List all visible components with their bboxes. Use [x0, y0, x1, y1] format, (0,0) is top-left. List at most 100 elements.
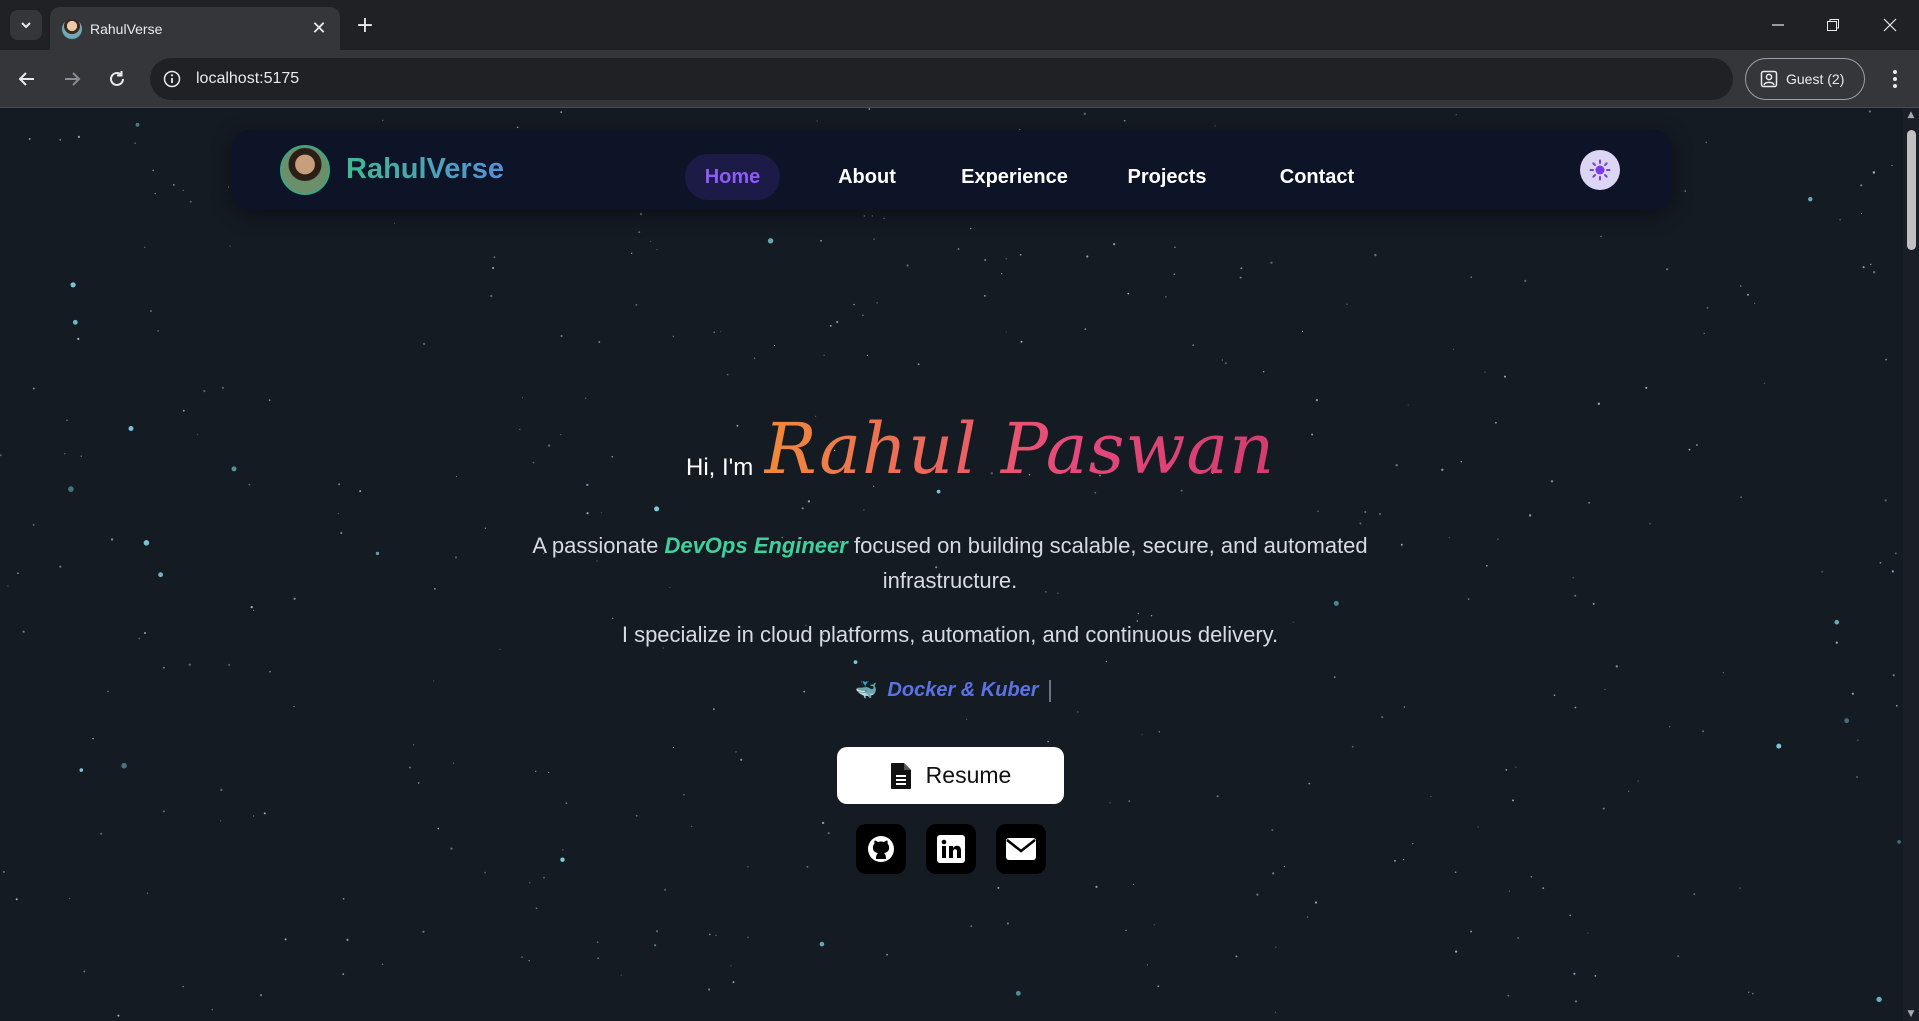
star — [1637, 780, 1639, 782]
star — [635, 814, 638, 817]
url-text: localhost:5175 — [196, 70, 300, 87]
star — [1109, 802, 1111, 804]
nav-projects[interactable]: Projects — [1112, 154, 1222, 200]
reload-button[interactable] — [101, 63, 133, 95]
site-info-icon[interactable] — [160, 67, 184, 91]
star — [829, 325, 832, 327]
star — [1015, 990, 1021, 996]
address-bar[interactable]: localhost:5175 — [150, 58, 1733, 100]
restore-button[interactable] — [1813, 10, 1853, 40]
star — [1592, 602, 1595, 605]
forward-button[interactable] — [56, 63, 88, 95]
star — [100, 832, 103, 835]
star — [1455, 950, 1458, 953]
star — [1574, 594, 1577, 597]
star — [747, 936, 749, 938]
hero-specialize: I specialize in cloud platforms, automat… — [621, 622, 1279, 647]
star — [342, 973, 345, 975]
linkedin-link[interactable] — [926, 824, 976, 874]
star — [32, 387, 35, 390]
scroll-thumb[interactable] — [1907, 130, 1916, 250]
tab-search-button[interactable] — [10, 10, 42, 40]
email-link[interactable] — [996, 824, 1046, 874]
star — [1221, 359, 1224, 361]
new-tab-button[interactable]: + — [352, 12, 378, 38]
star — [548, 771, 550, 773]
star — [664, 888, 667, 891]
star — [1870, 263, 1872, 266]
star — [68, 486, 74, 492]
github-link[interactable] — [856, 824, 906, 874]
resume-button[interactable]: Resume — [837, 747, 1064, 804]
star — [1876, 996, 1882, 1003]
star — [650, 240, 652, 242]
star — [1821, 571, 1823, 573]
star — [342, 897, 345, 900]
star — [1407, 404, 1409, 406]
star — [375, 551, 380, 556]
typing-text: 🐳 Docker & Kuber — [855, 679, 1051, 702]
back-button[interactable] — [11, 63, 43, 95]
scroll-down-icon[interactable]: ▼ — [1906, 1009, 1916, 1019]
star — [409, 766, 411, 769]
nav-experience[interactable]: Experience — [952, 154, 1077, 200]
star — [229, 245, 231, 247]
page-scrollbar[interactable]: ▲ ▼ — [1903, 108, 1919, 1021]
star — [1553, 694, 1556, 696]
nav-about[interactable]: About — [822, 154, 912, 200]
star — [182, 189, 184, 191]
star — [709, 933, 711, 936]
star — [873, 238, 875, 240]
star — [532, 461, 535, 464]
arrow-left-icon — [18, 72, 34, 86]
star — [1084, 328, 1087, 330]
browser-tab[interactable]: RahulVerse ✕ — [50, 7, 340, 50]
star — [639, 212, 643, 216]
star — [957, 248, 960, 250]
star — [565, 802, 568, 804]
star — [1747, 293, 1749, 296]
star — [222, 387, 224, 389]
star — [1158, 731, 1160, 733]
star — [1703, 332, 1705, 334]
star — [630, 252, 633, 254]
favicon-icon — [62, 19, 82, 39]
star — [1857, 739, 1859, 741]
close-window-button[interactable] — [1870, 10, 1910, 40]
star — [1454, 871, 1457, 873]
close-tab-icon[interactable]: ✕ — [308, 17, 330, 39]
star — [997, 886, 1000, 889]
minimize-button[interactable] — [1758, 10, 1798, 40]
nav-home[interactable]: Home — [685, 154, 780, 200]
star — [1494, 421, 1497, 424]
profile-button[interactable]: Guest (2) — [1745, 58, 1865, 100]
star — [862, 314, 864, 316]
star — [1123, 119, 1126, 122]
star — [560, 434, 562, 436]
star — [1470, 930, 1473, 933]
star — [1333, 600, 1339, 606]
star — [69, 897, 71, 900]
star — [340, 531, 343, 535]
avatar[interactable] — [280, 145, 330, 195]
star — [1086, 255, 1089, 258]
star — [1839, 219, 1841, 221]
browser-menu-button[interactable] — [1880, 63, 1910, 95]
star — [1892, 674, 1895, 677]
nav-contact[interactable]: Contact — [1262, 154, 1372, 200]
brand-name[interactable]: RahulVerse — [346, 153, 504, 186]
star — [715, 934, 717, 936]
chevron-down-icon — [21, 22, 31, 29]
star — [1695, 444, 1698, 446]
theme-toggle-button[interactable] — [1580, 150, 1620, 190]
star — [454, 556, 458, 559]
star — [1497, 538, 1499, 540]
star — [1860, 184, 1863, 187]
star — [220, 788, 223, 792]
star — [528, 960, 530, 962]
scroll-up-icon[interactable]: ▲ — [1906, 110, 1916, 120]
star — [1270, 261, 1273, 264]
star — [1128, 800, 1131, 802]
star — [1441, 468, 1444, 471]
star — [1702, 730, 1705, 733]
